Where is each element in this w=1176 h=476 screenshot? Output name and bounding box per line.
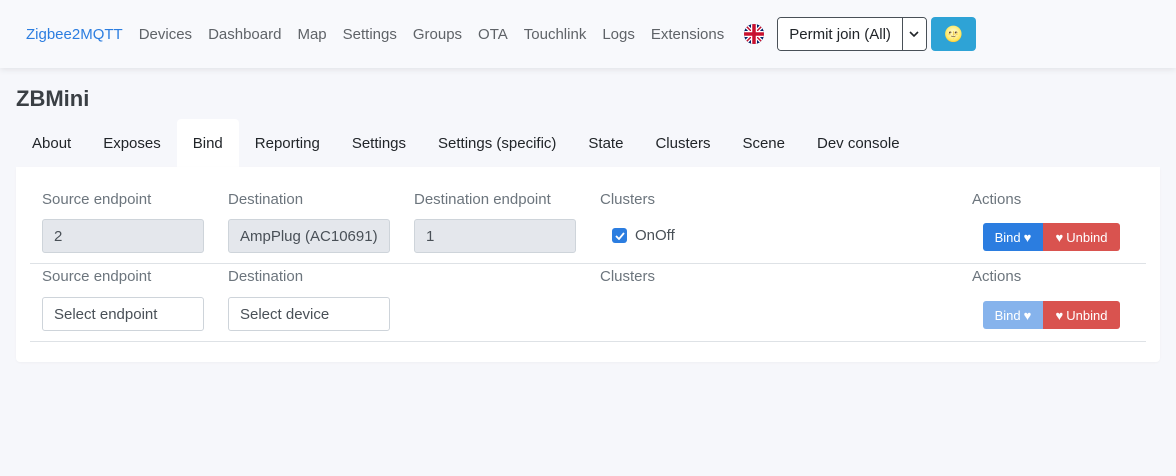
top-navbar: Zigbee2MQTT Devices Dashboard Map Settin…	[0, 0, 1176, 68]
bind-card: Source endpoint 2 Destination AmpPlug (A…	[16, 167, 1160, 362]
clusters-label: Clusters	[600, 268, 656, 285]
bind-button-label: Bind	[994, 307, 1021, 323]
permit-join-group: Permit join (All)	[777, 17, 927, 51]
permit-join-button[interactable]: Permit join (All)	[778, 18, 902, 50]
tab-exposes[interactable]: Exposes	[87, 119, 177, 167]
tab-about[interactable]: About	[16, 119, 87, 167]
destination-label: Destination	[228, 268, 304, 285]
cluster-onoff-option: OnOff	[612, 227, 675, 244]
broken-heart-icon: ♥	[1055, 307, 1064, 323]
nav-link-dashboard[interactable]: Dashboard	[208, 26, 281, 43]
tab-reporting[interactable]: Reporting	[239, 119, 336, 167]
nav-link-groups[interactable]: Groups	[413, 26, 462, 43]
destination-endpoint-label: Destination endpoint	[414, 191, 551, 208]
bind-row-existing: Source endpoint 2 Destination AmpPlug (A…	[30, 181, 1146, 264]
clusters-label: Clusters	[600, 191, 656, 208]
theme-toggle-button[interactable]: 🌝	[930, 17, 976, 51]
actions-label: Actions	[972, 268, 1022, 285]
nav-link-extensions[interactable]: Extensions	[651, 26, 724, 43]
unbind-button-label: Unbind	[1066, 229, 1108, 245]
tab-clusters[interactable]: Clusters	[639, 119, 726, 167]
nav-link-ota[interactable]: OTA	[478, 26, 508, 43]
nav-link-touchlink[interactable]: Touchlink	[524, 26, 587, 43]
destination-select[interactable]: AmpPlug (AC10691)	[228, 219, 390, 253]
brand-link[interactable]: Zigbee2MQTT	[26, 26, 123, 43]
tab-scene[interactable]: Scene	[726, 119, 801, 167]
nav-link-settings[interactable]: Settings	[343, 26, 397, 43]
bind-button-label: Bind	[994, 229, 1021, 245]
tab-settings[interactable]: Settings	[336, 119, 422, 167]
bind-button[interactable]: Bind ♥	[983, 301, 1043, 329]
source-endpoint-label: Source endpoint	[42, 191, 152, 208]
heart-icon: ♥	[1023, 229, 1032, 245]
bind-button[interactable]: Bind ♥	[983, 223, 1043, 251]
language-flag-icon[interactable]	[744, 24, 765, 44]
page-title: ZBMini	[16, 86, 90, 111]
chevron-down-icon[interactable]	[901, 18, 926, 50]
tab-settings-specific[interactable]: Settings (specific)	[422, 119, 572, 167]
unbind-button-label: Unbind	[1066, 307, 1108, 323]
actions-label: Actions	[972, 191, 1022, 208]
moon-face-icon: 🌝	[944, 26, 963, 43]
tab-dev-console[interactable]: Dev console	[801, 119, 916, 167]
source-endpoint-select[interactable]: Select endpoint	[42, 297, 204, 331]
nav-link-logs[interactable]: Logs	[602, 26, 635, 43]
nav-link-map[interactable]: Map	[297, 26, 326, 43]
bind-actions-group: Bind ♥ ♥ Unbind	[983, 223, 1120, 251]
destination-label: Destination	[228, 191, 304, 208]
source-endpoint-select[interactable]: 2	[42, 219, 204, 253]
cluster-onoff-label: OnOff	[635, 227, 675, 244]
tab-state[interactable]: State	[572, 119, 639, 167]
unbind-button[interactable]: ♥ Unbind	[1043, 301, 1120, 329]
heart-icon: ♥	[1023, 307, 1032, 323]
destination-endpoint-select[interactable]: 1	[414, 219, 576, 253]
unbind-button[interactable]: ♥ Unbind	[1043, 223, 1120, 251]
broken-heart-icon: ♥	[1055, 229, 1064, 245]
device-tabs: About Exposes Bind Reporting Settings Se…	[16, 119, 916, 167]
bind-actions-group: Bind ♥ ♥ Unbind	[983, 301, 1120, 329]
source-endpoint-label: Source endpoint	[42, 268, 152, 285]
cluster-onoff-checkbox[interactable]	[612, 228, 627, 243]
tab-bind[interactable]: Bind	[176, 119, 239, 167]
destination-select[interactable]: Select device	[228, 297, 390, 331]
nav-link-devices[interactable]: Devices	[139, 26, 192, 43]
bind-row-new: Source endpoint Select endpoint Destinat…	[30, 264, 1146, 342]
